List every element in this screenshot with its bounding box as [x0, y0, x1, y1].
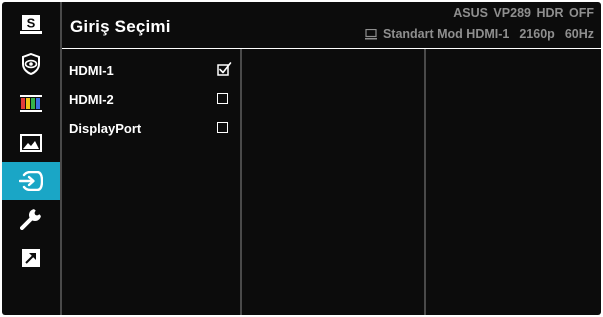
svg-text:S: S	[27, 16, 36, 31]
checkbox-icon[interactable]	[217, 93, 228, 104]
column-divider-1	[240, 49, 242, 315]
status-input: HDMI-1	[466, 27, 510, 41]
option-label: HDMI-2	[69, 92, 114, 107]
splendid-s-icon: S	[20, 15, 42, 34]
wrench-icon	[20, 209, 41, 230]
color-bars-icon	[20, 95, 42, 112]
input-select-icon	[19, 171, 43, 191]
model-info: ASUS VP289 HDR OFF	[453, 6, 594, 20]
status-resolution: 2160p	[519, 27, 555, 41]
eye-care-icon	[22, 53, 40, 75]
page-title: Giriş Seçimi	[70, 17, 171, 36]
sidebar-item-splendid[interactable]: S	[2, 6, 60, 44]
sidebar-item-eye-care[interactable]	[2, 45, 60, 83]
image-icon	[20, 134, 42, 152]
sidebar-item-image[interactable]	[2, 124, 60, 162]
status-bar: Standart Mod HDMI-1 2160p 60Hz	[364, 27, 594, 41]
sidebar-item-color[interactable]	[2, 85, 60, 123]
option-hdmi-1[interactable]: HDMI-1	[62, 58, 240, 84]
option-label: HDMI-1	[69, 63, 114, 78]
checkbox-icon[interactable]	[217, 122, 228, 133]
sidebar-item-input-select[interactable]	[2, 162, 60, 200]
menu-header: Giriş Seçimi ASUS VP289 HDR OFF Standart…	[62, 2, 601, 48]
sidebar-item-shortcut[interactable]	[2, 239, 60, 277]
option-displayport[interactable]: DisplayPort	[62, 116, 240, 142]
status-mode: Standart Mod	[382, 27, 463, 41]
option-hdmi-2[interactable]: HDMI-2	[62, 87, 240, 113]
checked-checkbox-icon[interactable]	[217, 60, 232, 76]
column-divider-2	[424, 49, 426, 315]
option-label: DisplayPort	[69, 121, 142, 136]
monitor-icon	[364, 28, 377, 39]
osd-menu: S Giriş Seçimi ASUS VP289 HDR OFF Standa…	[2, 2, 601, 315]
header-divider	[62, 48, 601, 49]
status-refresh: 60Hz	[564, 27, 594, 41]
shortcut-arrow-icon	[22, 249, 40, 267]
sidebar: S	[2, 2, 60, 315]
sidebar-item-system-setup[interactable]	[2, 200, 60, 238]
